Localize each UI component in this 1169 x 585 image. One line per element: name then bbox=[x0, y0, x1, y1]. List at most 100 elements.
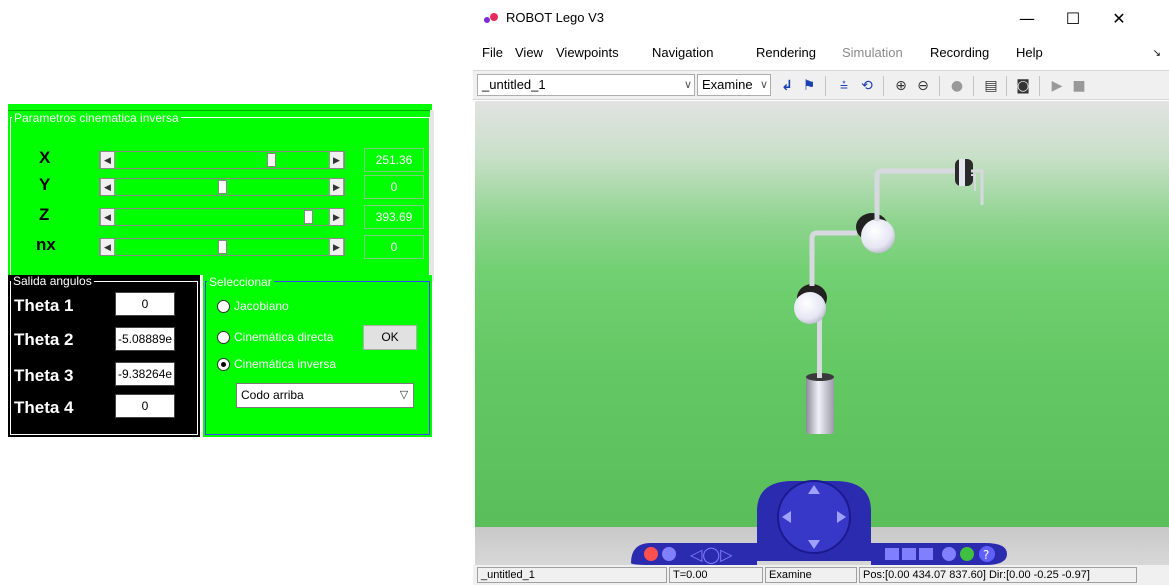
stop-icon[interactable]: ■ bbox=[1069, 76, 1089, 96]
dropdown-value: Codo arriba bbox=[241, 388, 304, 402]
flag-icon[interactable]: ⚑ bbox=[799, 76, 819, 96]
radio-jacobiano[interactable]: Jacobiano bbox=[217, 299, 289, 313]
close-icon[interactable] bbox=[644, 547, 658, 561]
slider-right-arrow-icon[interactable]: ▶ bbox=[329, 209, 344, 225]
kinematics-control-window: Parametros cinematica inversa X ◀ ▶ 251.… bbox=[8, 104, 434, 437]
svg-text:?: ? bbox=[983, 548, 989, 562]
chevron-down-icon[interactable]: ▽ bbox=[395, 384, 413, 407]
y-label: Y bbox=[39, 175, 51, 194]
menu-viewpoints[interactable]: Viewpoints bbox=[556, 45, 619, 60]
radio-cinematica-inversa[interactable]: Cinemática inversa bbox=[217, 357, 336, 371]
window-title: ROBOT Lego V3 bbox=[506, 10, 605, 25]
straighten-icon[interactable]: ⩮ bbox=[834, 76, 854, 96]
return-viewpoint-icon[interactable]: ↲ bbox=[777, 76, 797, 96]
slider-thumb[interactable] bbox=[218, 240, 227, 254]
status-world: _untitled_1 bbox=[477, 567, 667, 583]
undo-move-icon[interactable]: ⟲ bbox=[857, 76, 877, 96]
minimize-button[interactable]: — bbox=[1007, 6, 1047, 32]
menu-file[interactable]: File bbox=[482, 45, 503, 60]
theta4-label: Theta 4 bbox=[14, 398, 74, 417]
menu-bar: File View Viewpoints Navigation Renderin… bbox=[473, 40, 1169, 66]
fit-view-icon[interactable] bbox=[942, 547, 956, 561]
base-cylinder bbox=[806, 376, 834, 434]
world-select-value: _untitled_1 bbox=[482, 77, 546, 92]
theta4-field[interactable]: 0 bbox=[115, 394, 175, 418]
play-icon[interactable]: ▶ bbox=[1047, 76, 1067, 96]
mode-select-value: Examine bbox=[702, 77, 753, 92]
menu-rendering[interactable]: Rendering bbox=[756, 45, 816, 60]
chevron-down-icon[interactable]: ∨ bbox=[760, 75, 768, 95]
zoom-out-icon[interactable]: ⊖ bbox=[913, 76, 933, 96]
menu-recording[interactable]: Recording bbox=[930, 45, 989, 60]
navigation-mode-select[interactable]: Examine ∨ bbox=[697, 74, 771, 96]
slider-left-arrow-icon[interactable]: ◀ bbox=[100, 209, 115, 225]
minimize-dash-icon[interactable] bbox=[662, 547, 676, 561]
vrml-viewer-window: ROBOT Lego V3 — ☐ ✕ File View Viewpoints… bbox=[473, 0, 1169, 585]
menu-view[interactable]: View bbox=[515, 45, 543, 60]
toolbar-separator bbox=[1039, 76, 1040, 96]
slide-arrows-icon[interactable]: ◁◯▷ bbox=[689, 545, 733, 564]
slider-left-arrow-icon[interactable]: ◀ bbox=[100, 152, 115, 168]
examine-mode-icon[interactable] bbox=[902, 548, 916, 560]
slider-thumb[interactable] bbox=[304, 210, 313, 224]
y-value-field[interactable]: 0 bbox=[364, 175, 424, 199]
toolbar-separator bbox=[825, 76, 826, 96]
x-slider[interactable]: ◀ ▶ bbox=[99, 151, 345, 169]
theta2-field[interactable]: -5.08889e bbox=[115, 327, 175, 351]
maximize-button[interactable]: ☐ bbox=[1053, 6, 1093, 32]
navigation-dashboard: ◁◯▷ ? bbox=[475, 480, 1169, 567]
radio-label: Jacobiano bbox=[234, 299, 289, 313]
close-button[interactable]: ✕ bbox=[1099, 6, 1139, 32]
menu-help[interactable]: Help bbox=[1016, 45, 1043, 60]
inverse-kinematics-panel: Parametros cinematica inversa X ◀ ▶ 251.… bbox=[8, 110, 432, 275]
chevron-down-icon[interactable]: ∨ bbox=[684, 75, 692, 95]
panel-title: Salida angulos bbox=[11, 274, 94, 288]
menu-corner-arrow-icon[interactable]: ↘ bbox=[1153, 48, 1161, 59]
theta2-label: Theta 2 bbox=[14, 330, 74, 349]
selection-panel: Seleccionar Jacobiano Cinemática directa… bbox=[200, 275, 432, 437]
radio-circle-selected-icon[interactable] bbox=[217, 357, 230, 371]
y-slider[interactable]: ◀ ▶ bbox=[99, 178, 345, 196]
walk-mode-icon[interactable] bbox=[885, 548, 899, 560]
z-slider[interactable]: ◀ ▶ bbox=[99, 208, 345, 226]
slider-thumb[interactable] bbox=[218, 180, 227, 194]
theta3-label: Theta 3 bbox=[14, 366, 74, 385]
panel-title: Parametros cinematica inversa bbox=[12, 111, 181, 125]
nx-slider[interactable]: ◀ ▶ bbox=[99, 238, 345, 256]
slider-right-arrow-icon[interactable]: ▶ bbox=[329, 239, 344, 255]
world-select[interactable]: _untitled_1 ∨ bbox=[477, 74, 695, 96]
x-label: X bbox=[39, 148, 51, 167]
radio-circle-icon[interactable] bbox=[217, 330, 230, 344]
radio-cinematica-directa[interactable]: Cinemática directa bbox=[217, 330, 333, 344]
output-angles-panel: Salida angulos Theta 1 0 Theta 2 -5.0888… bbox=[8, 275, 200, 437]
toolbar-separator bbox=[939, 76, 940, 96]
slider-left-arrow-icon[interactable]: ◀ bbox=[100, 239, 115, 255]
slider-right-arrow-icon[interactable]: ▶ bbox=[329, 152, 344, 168]
fly-mode-icon[interactable] bbox=[919, 548, 933, 560]
z-value-field[interactable]: 393.69 bbox=[364, 205, 424, 229]
panel-title: Seleccionar bbox=[207, 275, 274, 289]
slider-right-arrow-icon[interactable]: ▶ bbox=[329, 179, 344, 195]
theta1-field[interactable]: 0 bbox=[115, 292, 175, 316]
theta3-field[interactable]: -9.38264e bbox=[115, 362, 175, 386]
x-value-field[interactable]: 251.36 bbox=[364, 148, 424, 172]
zoom-in-icon[interactable]: ⊕ bbox=[891, 76, 911, 96]
document-icon[interactable]: ▤ bbox=[981, 76, 1001, 96]
ok-button[interactable]: OK bbox=[363, 325, 417, 350]
status-position: Pos:[0.00 434.07 837.60] Dir:[0.00 -0.25… bbox=[859, 567, 1137, 583]
menu-simulation[interactable]: Simulation bbox=[842, 45, 903, 60]
elbow-config-dropdown[interactable]: Codo arriba ▽ bbox=[236, 383, 414, 408]
slider-left-arrow-icon[interactable]: ◀ bbox=[100, 179, 115, 195]
3d-viewport[interactable]: ◁◯▷ ? bbox=[475, 101, 1169, 585]
radio-label: Cinemática directa bbox=[234, 330, 334, 344]
slider-thumb[interactable] bbox=[267, 153, 276, 167]
nx-value-field[interactable]: 0 bbox=[364, 235, 424, 259]
camera-icon[interactable]: ◙ bbox=[1013, 76, 1033, 96]
record-icon[interactable]: ● bbox=[947, 76, 967, 96]
toolbar: _untitled_1 ∨ Examine ∨ ↲ ⚑ ⩮ ⟲ ⊕ ⊖ ● ▤ … bbox=[473, 70, 1169, 100]
menu-navigation[interactable]: Navigation bbox=[652, 45, 713, 60]
radio-label: Cinemática inversa bbox=[234, 357, 337, 371]
status-mode: Examine bbox=[765, 567, 857, 583]
radio-circle-icon[interactable] bbox=[217, 299, 230, 313]
headlight-icon[interactable] bbox=[960, 547, 974, 561]
